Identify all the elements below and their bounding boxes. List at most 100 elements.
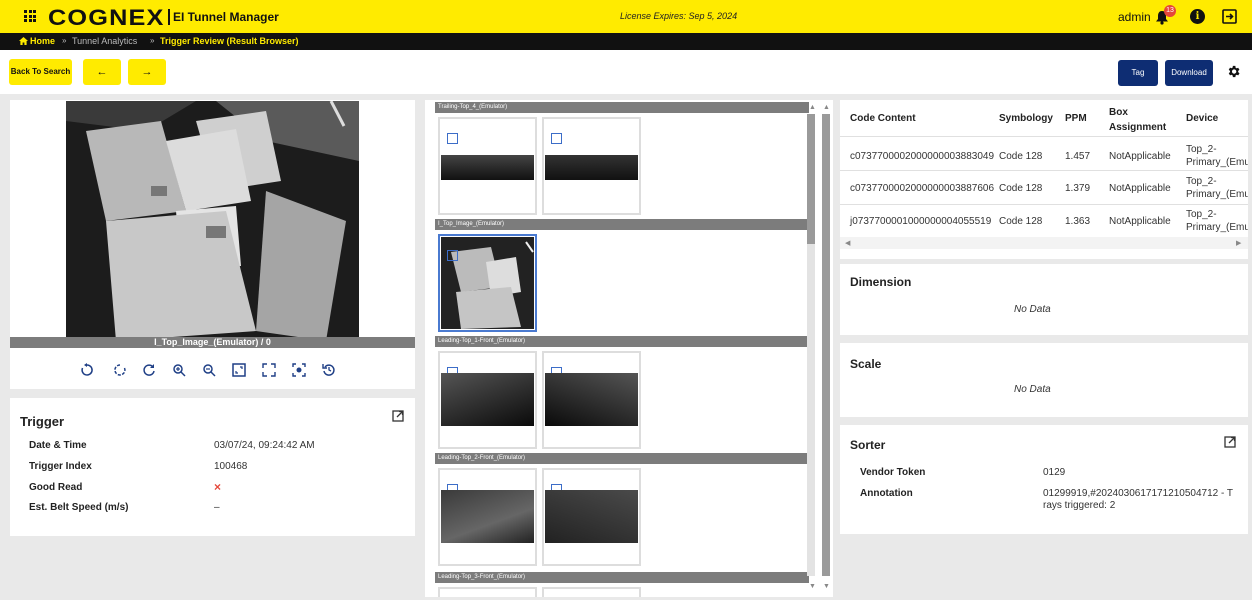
col-ppm[interactable]: PPM — [1065, 113, 1087, 124]
scroll-right-arrow[interactable]: ▶ — [1236, 239, 1241, 247]
thumbnail[interactable] — [438, 587, 537, 597]
trigger-label-good-read: Good Read — [29, 482, 83, 493]
sorter-label-annotation: Annotation — [860, 488, 913, 499]
thumb-group-header: Trailing-Top_4_(Emulator) — [435, 102, 809, 113]
cell-code[interactable]: c0737700002000000003887606 — [850, 183, 994, 194]
scale-panel: Scale No Data — [840, 343, 1248, 417]
open-external-icon[interactable] — [392, 410, 404, 425]
thumbnail-checkbox[interactable] — [551, 133, 562, 144]
breadcrumb-tunnel-analytics[interactable]: Tunnel Analytics — [72, 36, 137, 46]
back-to-search-button[interactable]: Back To Search — [9, 59, 72, 85]
zoom-in-icon[interactable] — [172, 363, 188, 379]
notifications-bell-icon[interactable]: 13 — [1155, 5, 1176, 26]
trigger-label-date: Date & Time — [29, 440, 87, 451]
thumbnail[interactable] — [542, 468, 641, 566]
breadcrumb-home-label: Home — [30, 36, 56, 46]
apps-grid-icon[interactable] — [24, 10, 36, 22]
toolbar: Back To Search ← → Tag Download — [0, 50, 1252, 94]
trigger-value-belt-speed: – — [214, 502, 220, 513]
tag-button[interactable]: Tag — [1118, 60, 1158, 86]
cell-symbology: Code 128 — [999, 183, 1043, 194]
col-device[interactable]: Device — [1186, 113, 1218, 124]
license-text: License Expires: Sep 5, 2024 — [620, 11, 738, 21]
col-symbology[interactable]: Symbology — [999, 113, 1053, 124]
col-box-assignment[interactable]: Box Assignment — [1109, 105, 1169, 135]
dimension-empty: No Data — [1014, 304, 1051, 315]
trigger-value-index: 100468 — [214, 461, 248, 472]
breadcrumb-home[interactable]: Home — [19, 36, 55, 46]
outer-scroll-thumb[interactable] — [822, 114, 830, 576]
trigger-label-index: Trigger Index — [29, 461, 92, 472]
thumbnail[interactable] — [542, 587, 641, 597]
fit-to-screen-icon[interactable] — [232, 363, 248, 379]
sorter-value-vendor-token: 0129 — [1043, 467, 1066, 478]
scroll-down-arrow[interactable]: ▼ — [809, 583, 816, 590]
next-button[interactable]: → — [128, 59, 166, 85]
row-divider — [840, 170, 1248, 171]
scroll-up-arrow-outer[interactable]: ▲ — [823, 104, 830, 111]
rotate-left-icon[interactable] — [80, 363, 96, 379]
scale-title: Scale — [850, 357, 882, 371]
inner-scroll-thumb[interactable] — [807, 114, 815, 244]
settings-gear-icon[interactable] — [1226, 64, 1241, 82]
scroll-down-arrow-outer[interactable]: ▼ — [823, 583, 830, 590]
thumbnail[interactable] — [542, 117, 641, 215]
row-divider — [840, 136, 1248, 137]
rotate-right-icon[interactable] — [113, 363, 129, 379]
thumbnail[interactable] — [438, 468, 537, 566]
title-divider — [168, 9, 170, 25]
cell-box: NotApplicable — [1109, 183, 1171, 194]
cell-ppm: 1.379 — [1065, 183, 1091, 194]
image-caption: I_Top_Image_(Emulator) / 0 — [10, 337, 415, 348]
camera-image[interactable] — [66, 101, 359, 348]
col-code-content[interactable]: Code Content — [850, 113, 916, 124]
dimension-title: Dimension — [850, 275, 912, 289]
trigger-label-belt-speed: Est. Belt Speed (m/s) — [29, 502, 129, 513]
open-external-icon[interactable] — [1224, 436, 1236, 451]
previous-button[interactable]: ← — [83, 59, 121, 85]
cell-ppm: 1.457 — [1065, 151, 1091, 162]
zoom-out-icon[interactable] — [202, 363, 218, 379]
brand-logo: COGNEX — [48, 5, 165, 30]
trigger-title: Trigger — [20, 414, 65, 429]
thumbnail[interactable] — [438, 351, 537, 449]
table-horizontal-scrollbar[interactable]: ◀ ▶ — [840, 237, 1248, 249]
scale-empty: No Data — [1014, 384, 1051, 395]
fullscreen-icon[interactable] — [262, 363, 278, 379]
sorter-panel: Sorter Vendor Token 0129 Annotation 0129… — [840, 425, 1248, 534]
cell-code[interactable]: c0737700002000000003883049 — [850, 151, 994, 162]
breadcrumb-separator: » — [150, 36, 155, 45]
focus-icon[interactable] — [292, 363, 308, 379]
good-read-fail-icon: × — [214, 480, 222, 494]
cell-device: Top_2-Primary_(Emul — [1186, 209, 1248, 233]
cell-box: NotApplicable — [1109, 151, 1171, 162]
cell-symbology: Code 128 — [999, 151, 1043, 162]
top-bar: COGNEX EI Tunnel Manager License Expires… — [0, 0, 1252, 33]
inner-scrollbar[interactable] — [807, 114, 815, 576]
sorter-title: Sorter — [850, 438, 886, 452]
info-icon[interactable]: i — [1190, 9, 1205, 24]
reset-view-icon[interactable] — [322, 363, 338, 379]
download-button[interactable]: Download — [1165, 60, 1213, 86]
thumbnail-checkbox[interactable] — [447, 250, 458, 261]
outer-scrollbar[interactable] — [822, 114, 830, 576]
cell-device: Top_2-Primary_(Emul — [1186, 176, 1248, 200]
refresh-icon[interactable] — [142, 363, 158, 379]
logout-icon[interactable] — [1222, 9, 1237, 27]
codes-table: Code Content Symbology PPM Box Assignmen… — [840, 100, 1248, 259]
breadcrumb: Home » Tunnel Analytics » Trigger Review… — [0, 33, 1252, 50]
thumbnail-browser: Trailing-Top_4_(Emulator) I_Top_Image_(E… — [425, 100, 833, 597]
cell-box: NotApplicable — [1109, 216, 1171, 227]
thumbnail[interactable] — [438, 117, 537, 215]
thumbnail-selected[interactable] — [438, 234, 537, 332]
scroll-left-arrow[interactable]: ◀ — [845, 239, 850, 247]
trigger-value-date: 03/07/24, 09:24:42 AM — [214, 440, 315, 451]
breadcrumb-separator: » — [62, 36, 67, 45]
row-divider — [840, 204, 1248, 205]
scroll-up-arrow[interactable]: ▲ — [809, 104, 816, 111]
thumbnail-checkbox[interactable] — [447, 133, 458, 144]
cell-code[interactable]: j0737700001000000004055519 — [850, 216, 991, 227]
user-name[interactable]: admin — [1118, 10, 1151, 24]
app-title: EI Tunnel Manager — [173, 10, 279, 24]
thumbnail[interactable] — [542, 351, 641, 449]
